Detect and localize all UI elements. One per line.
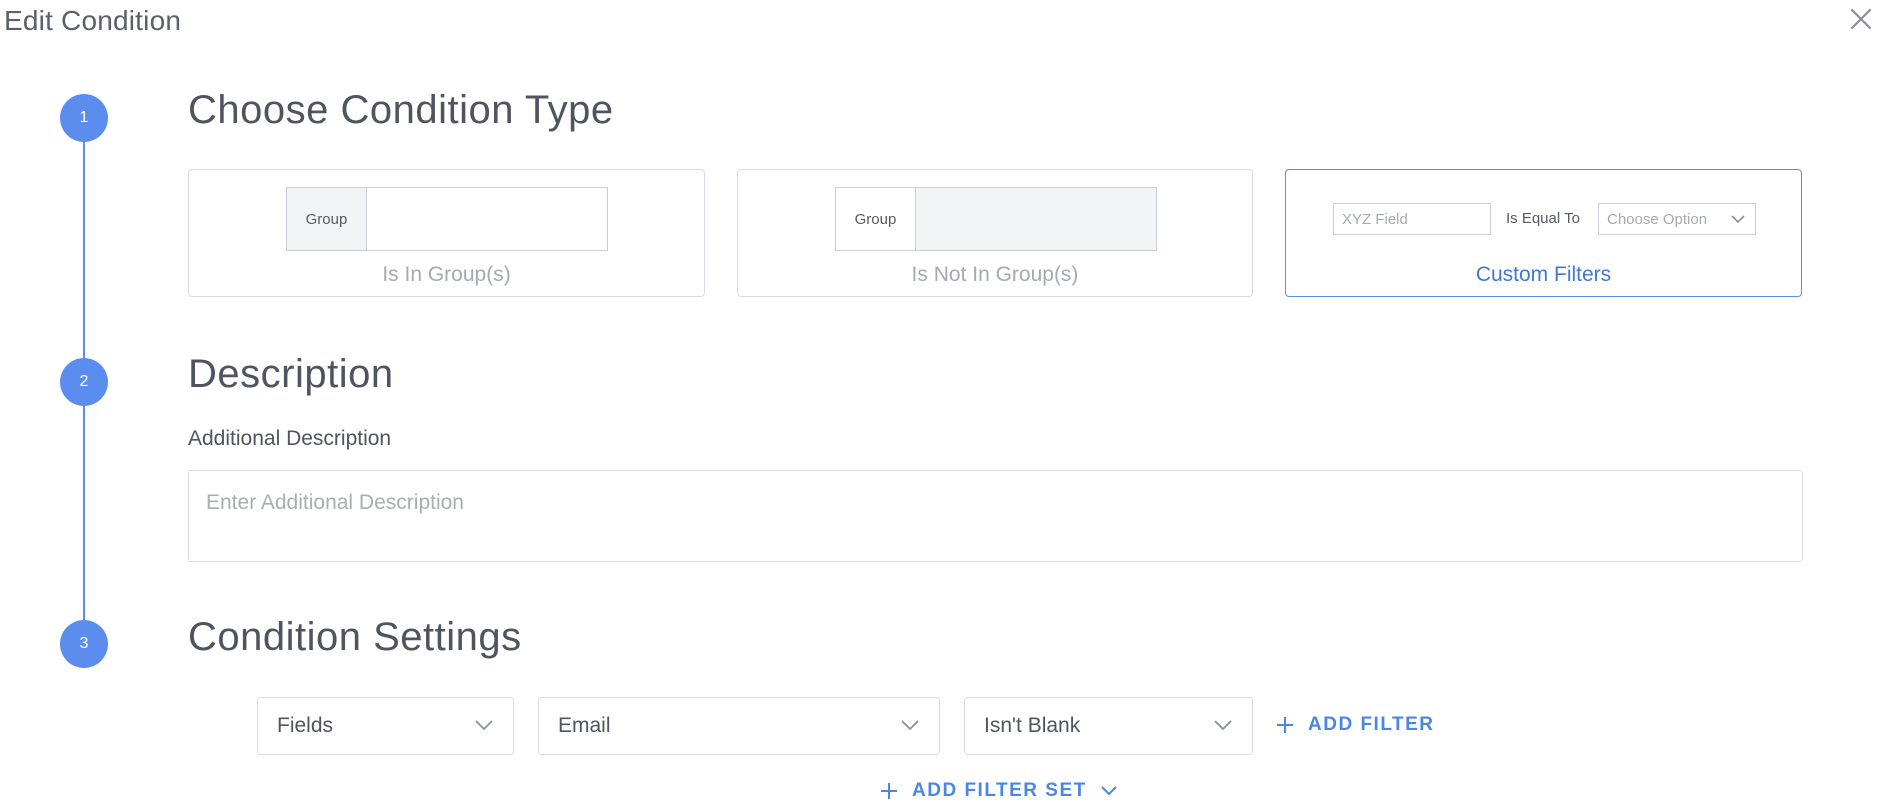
chevron-down-icon: [1101, 786, 1117, 796]
condition-type-not-in-group-card[interactable]: Group Is Not In Group(s): [737, 169, 1253, 297]
operator-value: Isn't Blank: [984, 714, 1081, 737]
step-2-badge: 2: [60, 358, 108, 406]
choose-option-label: Choose Option: [1607, 210, 1708, 228]
group-input-preview: Group: [286, 187, 608, 251]
choose-condition-type-title: Choose Condition Type: [188, 88, 614, 132]
description-title: Description: [188, 352, 394, 396]
plus-icon: [1277, 717, 1293, 733]
condition-settings-title: Condition Settings: [188, 615, 522, 659]
step-3-badge: 3: [60, 620, 108, 668]
not-in-group-label: Is Not In Group(s): [911, 263, 1079, 286]
add-filter-button[interactable]: ADD FILTER: [1276, 714, 1435, 736]
add-filter-set-label: ADD FILTER SET: [912, 780, 1087, 801]
chevron-down-icon: [1214, 720, 1232, 731]
chevron-down-icon: [1731, 215, 1745, 224]
in-group-label: Is In Group(s): [382, 263, 511, 286]
add-filter-label: ADD FILTER: [1308, 714, 1435, 735]
group-value: [367, 188, 607, 250]
custom-filters-label: Custom Filters: [1475, 263, 1612, 286]
operator-label: Is Equal To: [1506, 210, 1580, 227]
field-type-dropdown[interactable]: Fields: [257, 697, 514, 755]
step-1-badge: 1: [60, 94, 108, 142]
field-type-value: Fields: [277, 714, 334, 737]
group-label: Group: [836, 188, 916, 250]
close-icon[interactable]: [1846, 4, 1876, 34]
chevron-down-icon: [475, 720, 493, 731]
group-value: [916, 188, 1156, 250]
add-filter-set-button[interactable]: ADD FILTER SET: [880, 780, 1117, 802]
field-value: Email: [558, 714, 611, 737]
additional-description-label: Additional Description: [188, 427, 392, 450]
operator-dropdown[interactable]: Isn't Blank: [964, 697, 1253, 755]
group-label: Group: [287, 188, 367, 250]
additional-description-input[interactable]: Enter Additional Description: [188, 470, 1803, 562]
chevron-down-icon: [901, 720, 919, 731]
condition-type-custom-filters-card[interactable]: XYZ Field Is Equal To Choose Option Cust…: [1285, 169, 1802, 297]
xyz-field-input: XYZ Field: [1333, 203, 1491, 235]
choose-option-select: Choose Option: [1598, 203, 1756, 235]
field-dropdown[interactable]: Email: [538, 697, 940, 755]
group-input-preview: Group: [835, 187, 1157, 251]
plus-icon: [881, 783, 897, 799]
dialog-title: Edit Condition: [4, 5, 182, 36]
condition-type-in-group-card[interactable]: Group Is In Group(s): [188, 169, 705, 297]
